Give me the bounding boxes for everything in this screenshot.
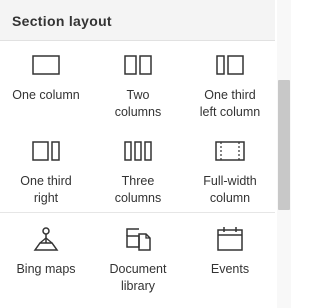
layout-label: One third left column [199,88,261,119]
webpart-label: Bing maps [16,262,76,276]
layout-label: Two columns [114,88,162,119]
layout-one-third-right-button[interactable]: One third right [0,138,92,207]
full-width-icon [215,141,245,161]
webpart-label: Events [210,262,250,276]
webpart-label: Document library [109,262,167,293]
webpart-events-button[interactable]: Events [184,226,276,278]
layout-label: Three columns [114,174,162,205]
layout-full-width-button[interactable]: Full-width column [184,138,276,207]
layout-label: Full-width column [203,174,257,205]
one-third-right-icon [32,141,60,161]
webpart-document-library-button[interactable]: Document library [92,226,184,295]
layout-two-columns-button[interactable]: Two columns [92,52,184,121]
one-column-icon [32,55,60,75]
map-pin-icon [33,227,59,251]
layout-one-column-button[interactable]: One column [0,52,92,104]
layout-label: One third right [20,174,72,205]
divider [0,212,275,213]
two-columns-icon [124,55,152,75]
layout-label: One column [12,88,80,102]
section-title: Section layout [12,13,112,29]
layout-one-third-left-button[interactable]: One third left column [184,52,276,121]
calendar-icon [217,227,243,251]
document-library-icon [126,228,151,251]
toolbox-panel: Section layout One column Two columns On… [0,0,291,308]
three-columns-icon [124,141,152,161]
scrollbar-thumb[interactable] [278,80,290,210]
one-third-left-icon [216,55,244,75]
layout-three-columns-button[interactable]: Three columns [92,138,184,207]
webpart-bing-maps-button[interactable]: Bing maps [0,226,92,278]
section-header: Section layout [0,0,275,41]
